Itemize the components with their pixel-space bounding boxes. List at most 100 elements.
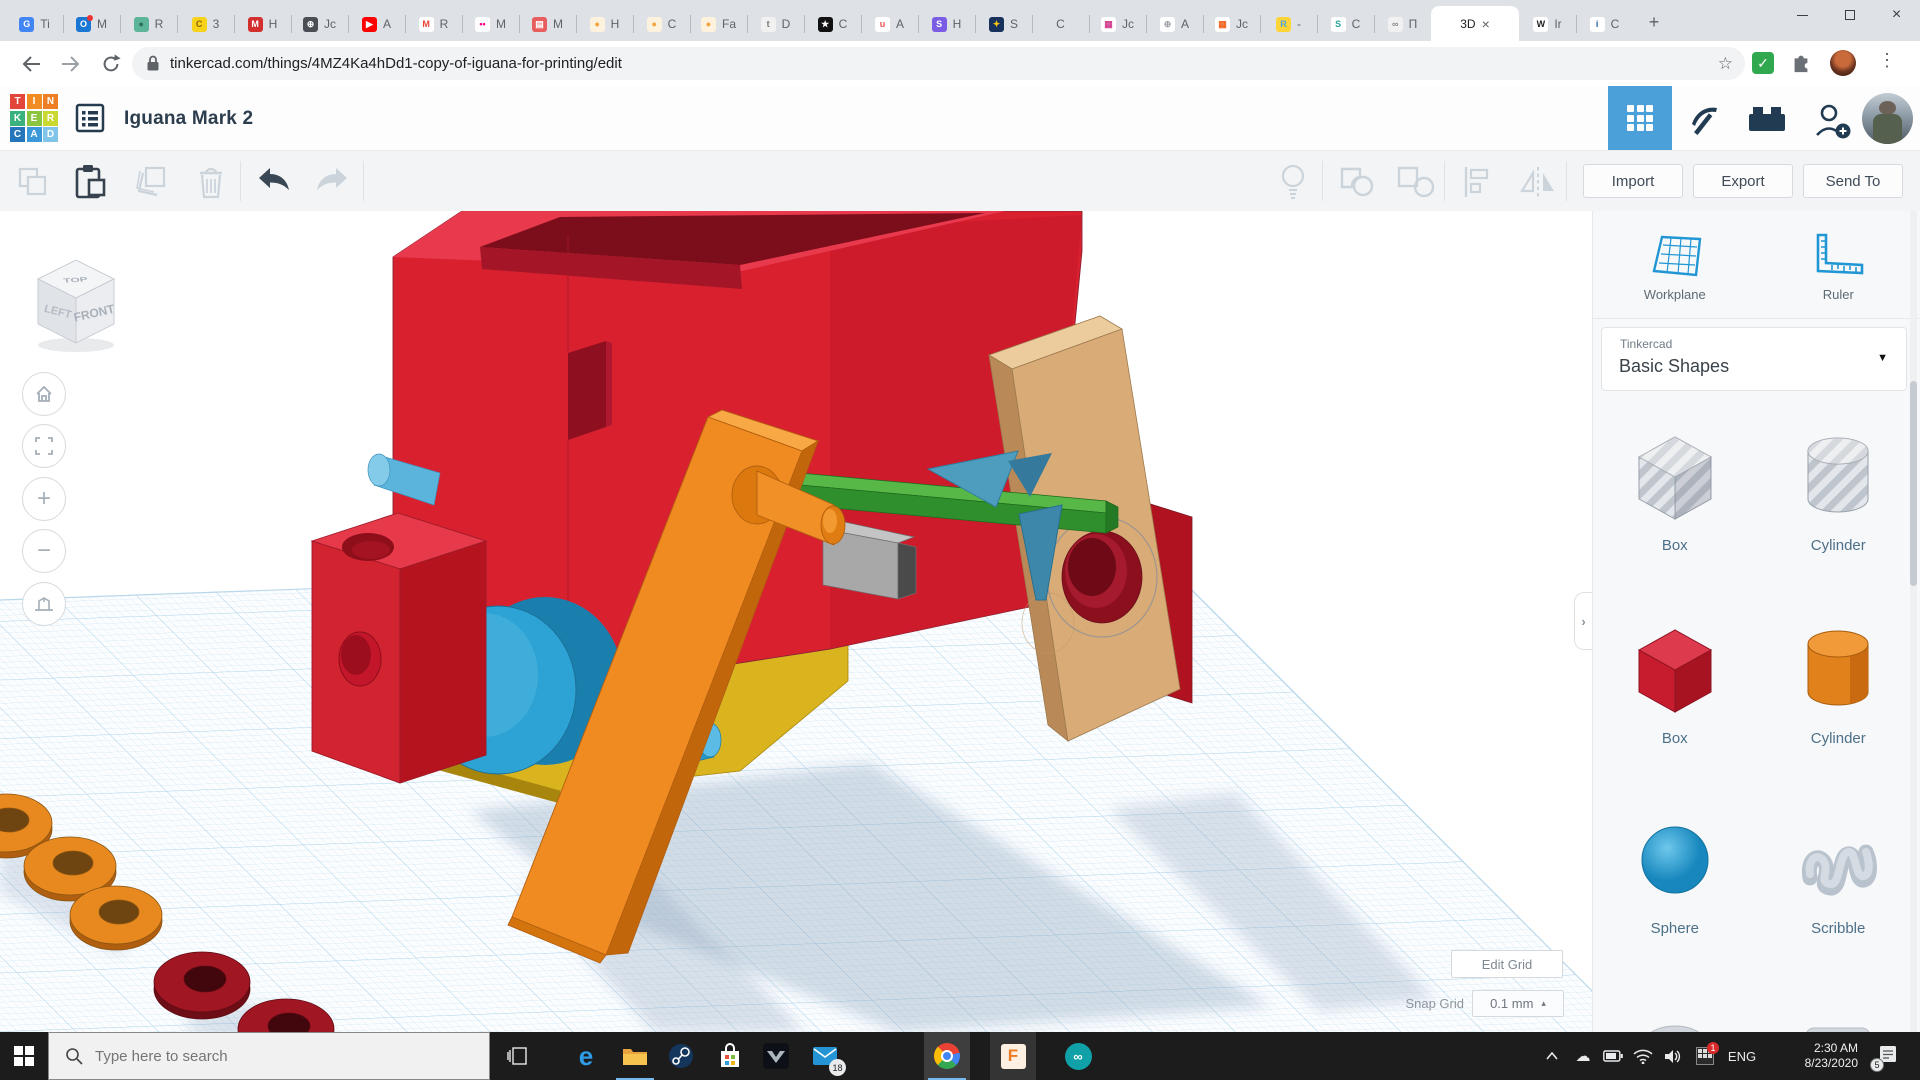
edge-icon[interactable]: e [563,1032,609,1080]
browser-tab[interactable]: ✦S [975,7,1032,41]
zoom-in-button[interactable]: + [22,477,66,521]
language-indicator[interactable]: ENG [1722,1032,1762,1080]
view-cube[interactable]: TOP LEFT FRONT [24,247,128,360]
new-tab-button[interactable]: + [1639,7,1669,37]
browser-tab[interactable]: ●H [576,7,633,41]
browser-tab[interactable]: ●Fa [690,7,747,41]
home-view-button[interactable] [22,372,66,416]
paste-icon[interactable] [72,163,108,206]
minecraft-pickaxe-icon[interactable] [1684,100,1722,143]
ungroup-icon[interactable] [1396,165,1436,204]
chrome-icon[interactable] [924,1032,970,1080]
3d-scene[interactable] [0,211,1592,1032]
forward-button[interactable] [54,47,88,81]
arduino-icon[interactable]: ∞ [1055,1032,1101,1080]
wifi-icon[interactable] [1630,1032,1656,1080]
shape-cylinder-solid[interactable]: Cylinder [1757,618,1920,747]
fusion360-icon[interactable]: F [990,1032,1036,1080]
shape-scribble[interactable]: Scribble [1757,808,1920,937]
browser-tab[interactable]: iC [1576,7,1633,41]
delete-icon[interactable] [194,163,228,206]
duplicate-icon[interactable] [132,164,170,205]
design-title[interactable]: Iguana Mark 2 [124,86,253,151]
taskbar-search[interactable] [48,1032,490,1080]
perspective-toggle-button[interactable] [22,582,66,626]
browser-tab[interactable]: ⊕A [1146,7,1203,41]
shape-library-dropdown[interactable]: Tinkercad Basic Shapes ▼ [1601,327,1907,391]
browser-tab-active[interactable]: 3D× [1431,6,1519,41]
3d-viewport[interactable]: TOP LEFT FRONT + − Edit Grid Snap Grid 0 [0,211,1592,1032]
fit-view-button[interactable] [22,424,66,468]
browser-tab[interactable]: ▶A [348,7,405,41]
hidden-icons-chevron[interactable] [1540,1032,1564,1080]
panel-scrollbar-track[interactable] [1910,211,1917,1032]
ruler-tool[interactable]: Ruler [1757,231,1920,302]
edit-grid-button[interactable]: Edit Grid [1451,950,1563,978]
shape-partial[interactable] [1757,998,1920,1032]
back-button[interactable] [14,47,48,81]
browser-tab[interactable]: tD [747,7,804,41]
shape-partial[interactable] [1593,998,1757,1032]
bookmark-star-icon[interactable]: ☆ [1718,54,1733,74]
browser-tab[interactable]: MR [405,7,462,41]
send-to-button[interactable]: Send To [1803,164,1903,198]
omnibox[interactable]: tinkercad.com/things/4MZ4Ka4hDd1-copy-of… [132,47,1745,80]
microsoft-store-icon[interactable] [707,1032,753,1080]
add-user-icon[interactable] [1812,100,1852,145]
copy-icon[interactable] [16,165,50,204]
browser-tab[interactable]: OM [63,7,120,41]
browser-tab[interactable]: ●C [633,7,690,41]
taskbar-clock[interactable]: 2:30 AM 8/23/2020 [1805,1032,1858,1080]
undo-icon[interactable] [256,166,292,201]
notification-center-icon[interactable]: 5 [1870,1032,1906,1080]
search-input[interactable] [95,1048,425,1065]
tinkercad-logo[interactable]: TINKERCAD [10,94,58,142]
maximize-button[interactable] [1826,0,1873,30]
tray-app-icon[interactable]: 1 [1692,1032,1718,1080]
browser-tab[interactable]: uA [861,7,918,41]
redo-icon[interactable] [314,166,350,201]
file-explorer-icon[interactable] [612,1032,658,1080]
browser-tab[interactable]: ∞Π [1374,7,1431,41]
browser-tab[interactable]: ••M [462,7,519,41]
shape-box-hole[interactable]: Box [1593,425,1757,554]
workplane-tool[interactable]: Workplane [1593,231,1757,302]
extensions-puzzle-icon[interactable] [1790,52,1812,79]
task-view-button[interactable] [495,1032,541,1080]
adblock-extension-icon[interactable]: ✓ [1752,52,1774,74]
mail-icon[interactable]: 18 [802,1032,848,1080]
browser-tab[interactable]: R- [1260,7,1317,41]
browser-tab[interactable]: ⊕Jc [291,7,348,41]
user-avatar[interactable] [1862,93,1913,144]
browser-tab[interactable]: ★C [804,7,861,41]
start-button[interactable] [0,1032,48,1080]
browser-tab[interactable]: C [1032,7,1089,41]
browser-tab[interactable]: C3 [177,7,234,41]
import-button[interactable]: Import [1583,164,1683,198]
tab-close-icon[interactable]: × [1482,17,1490,31]
volume-icon[interactable] [1660,1032,1686,1080]
browser-tab[interactable]: ▤M [519,7,576,41]
panel-collapse-handle[interactable]: › [1574,592,1592,650]
browser-tab[interactable]: GTi [6,7,63,41]
browser-tab[interactable]: ●R [120,7,177,41]
browser-profile-avatar[interactable] [1830,50,1856,76]
browser-tab[interactable]: WIr [1519,7,1576,41]
battery-icon[interactable] [1600,1032,1626,1080]
browser-tab[interactable]: ▦Jc [1203,7,1260,41]
shape-box-solid[interactable]: Box [1593,618,1757,747]
export-button[interactable]: Export [1693,164,1793,198]
panel-scrollbar-thumb[interactable] [1910,381,1917,586]
lego-brick-icon[interactable] [1746,104,1788,139]
browser-menu-icon[interactable]: ⋮ [1878,50,1896,71]
shape-sphere[interactable]: Sphere [1593,808,1757,937]
predator-sense-icon[interactable] [753,1032,799,1080]
browser-tab[interactable]: ▦Jc [1089,7,1146,41]
group-icon[interactable] [1338,165,1378,204]
steam-icon[interactable] [658,1032,704,1080]
model-red-cube[interactable] [312,513,486,783]
zoom-out-button[interactable]: − [22,529,66,573]
reload-button[interactable] [94,47,128,81]
close-button[interactable]: × [1873,0,1920,30]
browser-tab[interactable]: SH [918,7,975,41]
